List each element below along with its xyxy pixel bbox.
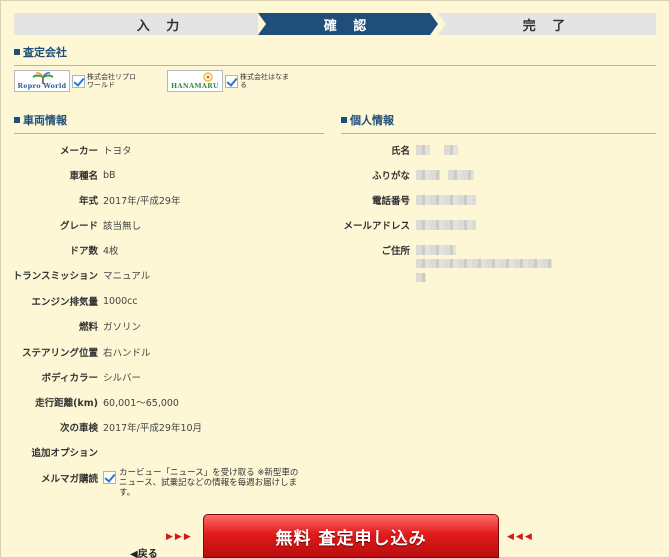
square-bullet-icon	[14, 49, 20, 55]
repro-world-logo: Repro World	[14, 70, 70, 92]
blurred-address-line	[416, 259, 552, 268]
vehicle-row-fuel: 燃料 ガソリン	[78, 322, 142, 333]
vehicle-row-steering: ステアリング位置 右ハンドル	[21, 348, 151, 359]
vehicle-row-inspection: 次の車検 2017年/平成29年10月	[59, 423, 203, 434]
company-checkbox-hanamaru[interactable]	[225, 74, 238, 88]
mail-magazine-label: メルマガ購読	[40, 474, 98, 485]
step-complete: 完 了	[438, 13, 656, 35]
blurred-value	[416, 245, 456, 255]
vehicle-row-model: 車種名 bB	[69, 169, 116, 183]
blurred-value	[416, 170, 440, 180]
arrows-left-icon: ◀◀◀	[507, 532, 534, 542]
hanamaru-logo: HANAMARU	[167, 70, 223, 92]
personal-row-furigana: ふりがな	[330, 168, 660, 182]
company-hanamaru: HANAMARU 株式会社はなまる	[167, 70, 290, 92]
personal-row-phone: 電話番号	[330, 193, 660, 207]
blurred-value	[416, 145, 430, 155]
square-bullet-icon	[341, 117, 347, 123]
vehicle-row-grade: グレード 該当無し	[59, 221, 142, 232]
blurred-value	[448, 170, 474, 180]
blurred-value	[416, 220, 476, 230]
company-name-repro-world: 株式会社リプロワールド	[87, 73, 136, 89]
blurred-value	[416, 195, 476, 205]
arrows-right-icon: ▶▶▶	[166, 532, 193, 542]
blurred-value	[444, 145, 458, 155]
square-bullet-icon	[14, 117, 20, 123]
vehicle-row-doors: ドア数 4枚	[69, 246, 119, 257]
back-link[interactable]: ◀戻る	[130, 545, 158, 558]
section-header-company: 査定会社	[14, 44, 656, 66]
blurred-address-line	[416, 273, 426, 282]
mail-magazine-text: カービュー「ニュース」を受け取る ※新型車のニュース、試乗記などの情報を毎週お届…	[119, 468, 299, 498]
personal-row-address: ご住所	[330, 243, 660, 257]
vehicle-row-options: 追加オプション	[31, 448, 98, 459]
company-repro-world: Repro World 株式会社リプロワールド	[14, 70, 137, 92]
mail-magazine-row: メルマガ購読 カービュー「ニュース」を受け取る ※新型車のニュース、試乗記などの…	[0, 468, 330, 498]
personal-row-email: メールアドレス	[330, 218, 660, 232]
vehicle-row-mileage: 走行距離(km) 60,001～65,000	[35, 398, 179, 409]
vehicle-row-year: 年式 2017年/平成29年	[78, 196, 181, 207]
mail-magazine-checkbox[interactable]	[103, 471, 116, 484]
step-indicator: 入 力 確 認 完 了	[14, 13, 656, 35]
step-input: 入 力	[64, 13, 258, 35]
company-checkbox-repro-world[interactable]	[72, 74, 85, 88]
personal-row-name: 氏名	[330, 143, 660, 157]
vehicle-row-maker: メーカー トヨタ	[59, 146, 132, 157]
vehicle-row-color: ボディカラー シルバー	[41, 373, 142, 384]
section-header-personal: 個人情報	[341, 112, 656, 134]
vehicle-row-engine: エンジン排気量 1000cc	[31, 295, 138, 309]
vehicle-row-transmission: トランスミッション マニュアル	[12, 271, 151, 282]
submit-assessment-button[interactable]: 無料 査定申し込み	[203, 514, 499, 558]
step-confirm: 確 認	[258, 13, 438, 35]
section-header-vehicle: 車両情報	[14, 112, 324, 134]
company-name-hanamaru: 株式会社はなまる	[240, 73, 289, 89]
